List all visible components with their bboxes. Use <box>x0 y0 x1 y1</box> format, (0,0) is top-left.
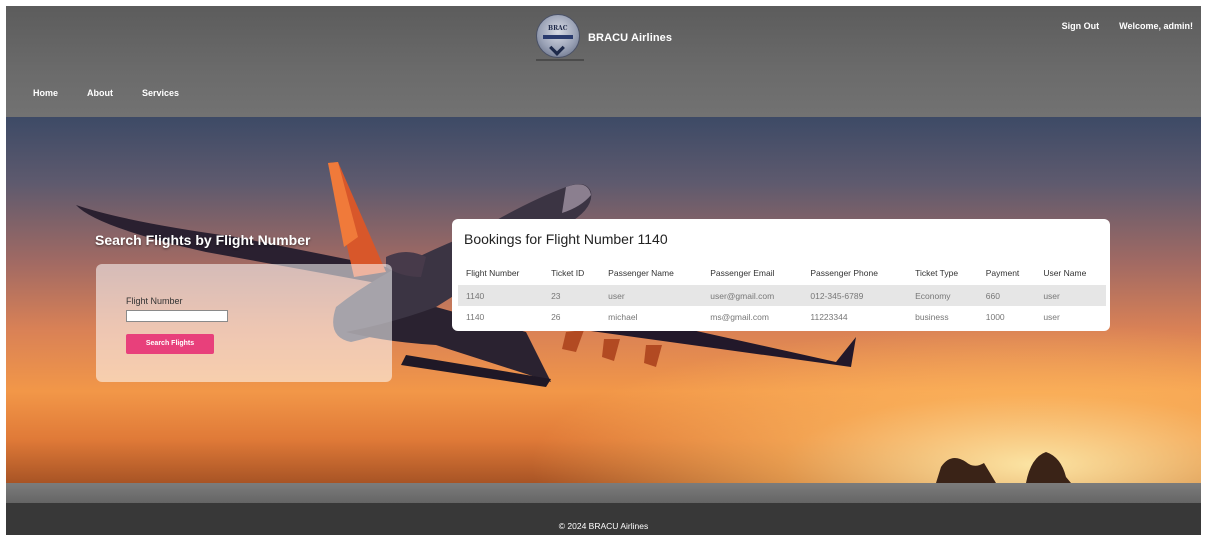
cell-ticket-id: 26 <box>551 311 561 322</box>
cell-ticket-type: Economy <box>915 290 951 301</box>
cell-payment: 660 <box>985 290 1000 301</box>
cell-flight-number: 1140 <box>466 311 485 322</box>
col-ticket-id: Ticket ID <box>551 268 585 278</box>
cell-ticket-type: business <box>915 311 949 322</box>
footer-separator <box>6 483 1201 503</box>
bookings-panel: Bookings for Flight Number 1140 Flight N… <box>452 219 1110 331</box>
table-header-row: Flight Number Ticket ID Passenger Name P… <box>458 261 1106 285</box>
chevron-down-icon <box>549 40 565 56</box>
cell-passenger-phone: 11223344 <box>810 311 848 322</box>
col-flight-number: Flight Number <box>466 268 520 278</box>
col-passenger-name: Passenger Name <box>608 268 674 278</box>
nav-services[interactable]: Services <box>142 88 179 98</box>
col-ticket-type: Ticket Type <box>915 268 959 278</box>
flight-number-label: Flight Number <box>126 296 183 306</box>
user-menu: Sign Out Welcome, admin! <box>1062 21 1193 31</box>
col-user-name: User Name <box>1043 268 1087 278</box>
cell-payment: 1000 <box>985 311 1005 322</box>
page-frame: BRAC BRACU Airlines Sign Out Welcome, ad… <box>6 6 1201 535</box>
cell-user-name: user <box>1043 311 1060 322</box>
search-heading: Search Flights by Flight Number <box>95 232 311 248</box>
cell-passenger-email: ms@gmail.com <box>710 311 769 322</box>
logo-text: BRAC <box>548 25 568 32</box>
copyright-text: © 2024 BRACU Airlines <box>558 521 649 531</box>
bookings-title: Bookings for Flight Number 1140 <box>464 231 668 247</box>
site-footer: © 2024 BRACU Airlines <box>6 503 1201 535</box>
welcome-text: Welcome, admin! <box>1119 21 1193 31</box>
bookings-table: Flight Number Ticket ID Passenger Name P… <box>458 261 1106 327</box>
table-row: 1140 23 user user@gmail.com 012-345-6789… <box>458 285 1106 306</box>
cell-passenger-email: user@gmail.com <box>710 290 775 301</box>
hero-banner: Search Flights by Flight Number Flight N… <box>6 117 1201 483</box>
search-form: Flight Number Search Flights <box>96 264 392 382</box>
logo-base-line <box>536 59 584 61</box>
nav-home[interactable]: Home <box>33 88 58 98</box>
cell-flight-number: 1140 <box>466 290 485 301</box>
brand-name[interactable]: BRACU Airlines <box>588 32 672 44</box>
col-passenger-email: Passenger Email <box>710 268 775 278</box>
logo-ribbon <box>543 35 573 39</box>
col-passenger-phone: Passenger Phone <box>810 268 878 278</box>
sign-out-link[interactable]: Sign Out <box>1062 21 1100 31</box>
nav-about[interactable]: About <box>87 88 113 98</box>
main-nav: Home About Services <box>33 88 179 98</box>
cell-passenger-phone: 012-345-6789 <box>810 290 864 301</box>
search-flights-button[interactable]: Search Flights <box>126 334 214 354</box>
col-payment: Payment <box>985 268 1020 278</box>
site-header: BRAC BRACU Airlines Sign Out Welcome, ad… <box>6 6 1201 117</box>
cell-passenger-name: user <box>608 290 625 301</box>
cell-user-name: user <box>1043 290 1060 301</box>
cell-passenger-name: michael <box>608 311 638 322</box>
flight-number-input[interactable] <box>126 310 228 322</box>
logo-emblem-icon: BRAC <box>536 14 580 58</box>
table-row: 1140 26 michael ms@gmail.com 11223344 bu… <box>458 306 1106 327</box>
cell-ticket-id: 23 <box>551 290 561 301</box>
